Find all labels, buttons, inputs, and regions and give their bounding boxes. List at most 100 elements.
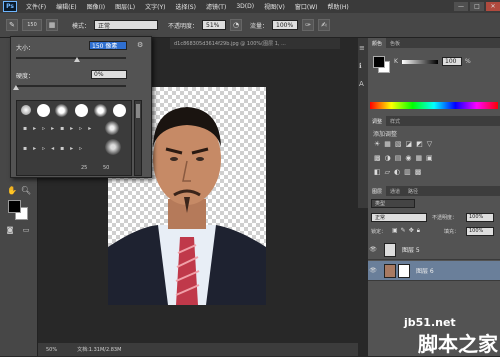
menu-type[interactable]: 文字(Y): [140, 2, 170, 11]
lock-label: 锁定：: [371, 229, 387, 235]
adjustment-icons-row-2[interactable]: ▩◑▤◉▦▣: [374, 154, 437, 162]
brush-tip-soft[interactable]: [55, 104, 68, 117]
brush-preset-panel: 大小： 150 像素 ⚙ 硬度： 0% ▪▸▹▸▪▸▹▸ ▪▸▹◂▪▸▹ 25 …: [10, 36, 152, 178]
brush-tool-icon[interactable]: ✎: [6, 19, 18, 31]
blend-mode-select[interactable]: 正常: [371, 213, 427, 222]
document-info[interactable]: 文档:1.31M/2.83M: [77, 346, 121, 353]
flow-value: 100%: [276, 21, 294, 29]
menu-filter[interactable]: 滤镜(T): [201, 2, 231, 11]
brush-grid-scrollbar[interactable]: [134, 100, 142, 176]
opacity-label: 不透明度：: [168, 22, 199, 30]
color-spectrum-bar[interactable]: [370, 102, 498, 109]
k-channel-slider[interactable]: [402, 60, 438, 64]
close-button[interactable]: ✕: [486, 2, 500, 11]
pressure-size-icon[interactable]: ✍: [318, 19, 331, 31]
adjustment-icons-row-3[interactable]: ◧▱◐▥▩: [374, 168, 425, 176]
brush-tip-grid: ▪▸▹▸▪▸▹▸ ▪▸▹◂▪▸▹ 25 50: [16, 100, 132, 176]
tab-adjustments[interactable]: 调整: [368, 116, 387, 126]
hardness-slider-thumb[interactable]: [13, 85, 19, 90]
properties-panel-icon[interactable]: ℹ: [359, 62, 362, 70]
brush-tip-airbrush-large[interactable]: [105, 139, 121, 155]
menu-select[interactable]: 选择(S): [170, 2, 201, 11]
menu-3d[interactable]: 3D(D): [231, 3, 259, 10]
brush-tip-row-3[interactable]: ▪▸▹◂▪▸▹: [23, 145, 88, 152]
layer-row[interactable]: 👁︎ 图层 5: [368, 240, 500, 260]
maximize-button[interactable]: □: [470, 2, 484, 11]
document-tab[interactable]: d1c868305d3614f29b.jpg @ 100%(图层 1, ...: [170, 38, 340, 49]
watermark-brand: 脚本之家: [418, 332, 498, 356]
tab-styles[interactable]: 样式: [386, 116, 404, 126]
menu-image[interactable]: 图像(I): [82, 2, 110, 11]
brush-preset-picker[interactable]: 150: [22, 19, 42, 31]
layer-filter-select[interactable]: 类型: [371, 199, 415, 208]
opacity-field[interactable]: 51%: [202, 20, 227, 30]
brush-tip-soft-large[interactable]: [94, 104, 107, 117]
options-bar: ✎ 150 ▦ 模式： 正常 不透明度： 51% ◔ 流量： 100% ✑ ✍: [0, 13, 500, 38]
layer-name: 图层 6: [416, 268, 434, 275]
tab-color[interactable]: 颜色: [368, 38, 387, 48]
tab-channels[interactable]: 通道: [386, 186, 404, 196]
visibility-eye-icon[interactable]: 👁︎: [368, 267, 378, 274]
k-channel-value: 100: [445, 58, 457, 65]
brush-tip-hard[interactable]: [37, 104, 50, 117]
character-panel-icon[interactable]: A: [359, 80, 364, 88]
layer-thumbnail: [384, 242, 396, 257]
size-slider-thumb[interactable]: [73, 57, 80, 62]
size-slider-track[interactable]: [16, 57, 126, 59]
adjustment-icons-row-1[interactable]: ☀▦▧◪◩▽: [374, 140, 436, 148]
layer-opacity-label: 不透明度：: [432, 215, 458, 221]
zoom-level[interactable]: 50%: [46, 347, 57, 353]
airbrush-icon[interactable]: ✑: [302, 19, 315, 31]
fill-label: 填充：: [444, 229, 460, 235]
tab-paths[interactable]: 路径: [404, 186, 422, 196]
layers-panel-tabs: 图层 通道 路径: [368, 186, 500, 196]
mode-select[interactable]: 正常: [94, 20, 159, 30]
hardness-field[interactable]: 0%: [91, 70, 127, 79]
menu-view[interactable]: 视图(V): [259, 2, 290, 11]
flow-field[interactable]: 100%: [272, 20, 299, 30]
hardness-value: 0%: [94, 71, 104, 78]
tab-swatches[interactable]: 色板: [386, 38, 404, 48]
quick-mask-icon[interactable]: ◙: [4, 224, 16, 236]
layer-row-selected[interactable]: 👁︎ 图层 6: [368, 261, 500, 281]
brush-tip-hard-xl[interactable]: [113, 104, 126, 117]
screen-mode-icon[interactable]: ▭: [20, 224, 32, 236]
menu-bar: Ps 文件(F) 编辑(E) 图像(I) 图层(L) 文字(Y) 选择(S) 滤…: [0, 0, 500, 13]
brush-tip-row-2[interactable]: ▪▸▹▸▪▸▹▸: [23, 125, 97, 132]
layer-opacity-value: 100%: [469, 214, 484, 220]
menu-window[interactable]: 窗口(W): [290, 2, 323, 11]
history-panel-icon[interactable]: ≡: [359, 44, 365, 52]
minimize-button[interactable]: —: [454, 2, 468, 11]
menu-layer[interactable]: 图层(L): [110, 2, 140, 11]
pressure-opacity-icon[interactable]: ◔: [230, 19, 243, 31]
lock-icons[interactable]: ▣✎✥🔒︎: [392, 227, 423, 235]
menu-file[interactable]: 文件(F): [21, 2, 51, 11]
layer-mask-thumbnail[interactable]: [398, 263, 410, 278]
layer-opacity-field[interactable]: 100%: [466, 213, 494, 222]
color-foreground-swatch[interactable]: [373, 56, 385, 68]
brush-tip-size-25: 25: [81, 165, 88, 171]
brush-panel-toggle-icon[interactable]: ▦: [46, 19, 58, 31]
mode-label: 模式：: [72, 22, 91, 30]
size-field[interactable]: 150 像素: [89, 41, 127, 50]
zoom-tool-icon[interactable]: 🔍︎: [20, 184, 32, 196]
brush-tip-hard-large[interactable]: [75, 104, 88, 117]
foreground-color-swatch[interactable]: [8, 200, 21, 213]
hand-tool-icon[interactable]: ✋: [6, 184, 18, 196]
size-value: 150 像素: [92, 43, 118, 50]
menu-edit[interactable]: 编辑(E): [51, 2, 81, 11]
k-channel-field[interactable]: 100: [442, 57, 462, 66]
hardness-slider-track[interactable]: [16, 85, 126, 87]
visibility-eye-icon[interactable]: 👁︎: [368, 246, 378, 253]
document-title: d1c868305d3614f29b.jpg @ 100%(图层 1, ...: [174, 41, 286, 47]
tab-layers[interactable]: 图层: [368, 186, 387, 196]
fill-field[interactable]: 100%: [466, 227, 494, 236]
size-label: 大小：: [16, 45, 35, 52]
fill-value: 100%: [469, 228, 484, 234]
menu-help[interactable]: 帮助(H): [323, 2, 354, 11]
brush-tip-soft-small[interactable]: [21, 105, 31, 115]
k-channel-label: K: [394, 58, 398, 65]
panel-settings-icon[interactable]: ⚙: [137, 41, 143, 49]
brush-tip-airbrush[interactable]: [105, 121, 119, 135]
add-adjustment-title: 添加调整: [373, 131, 398, 138]
